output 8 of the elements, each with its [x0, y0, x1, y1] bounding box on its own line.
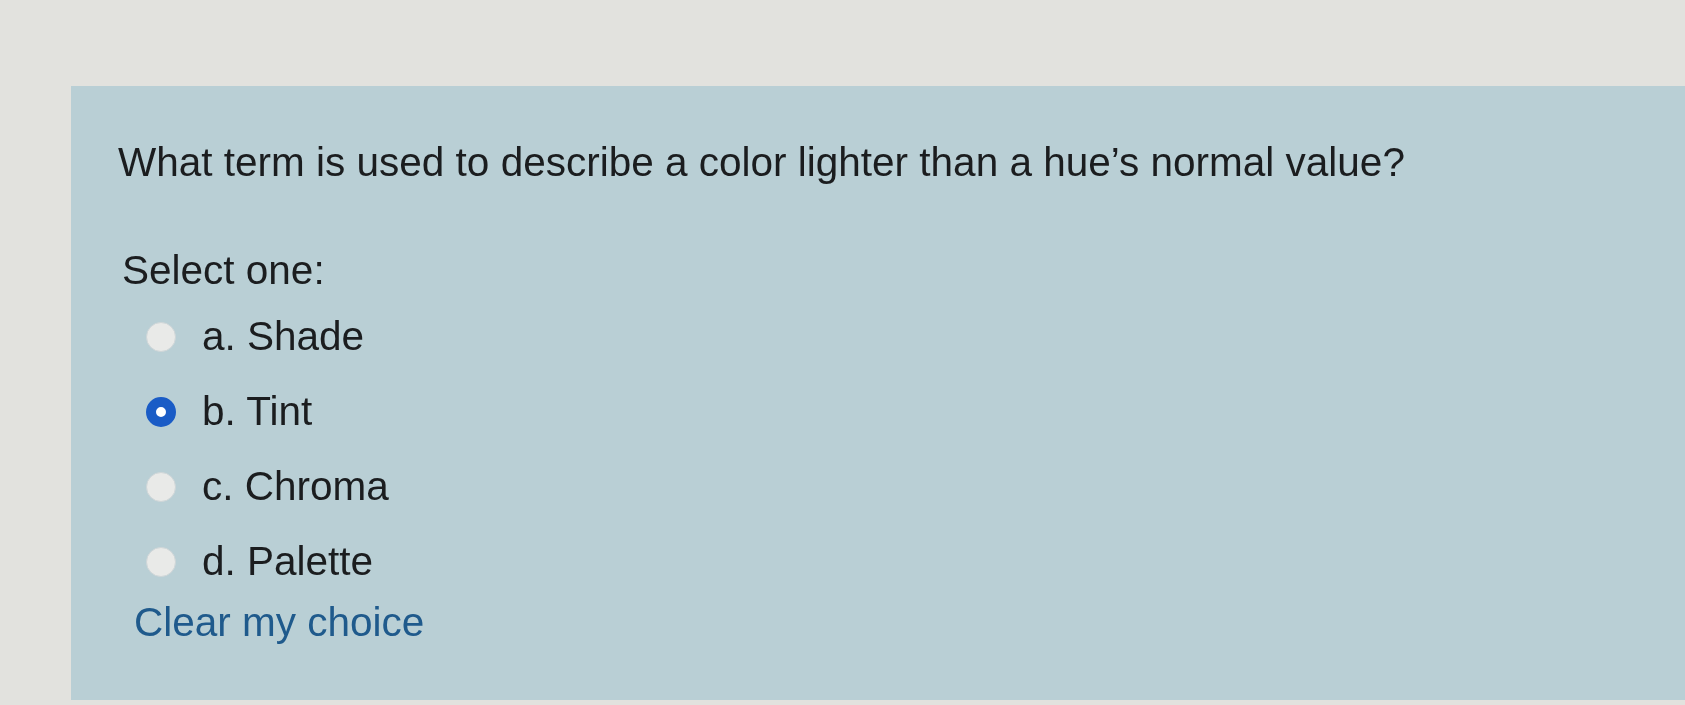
question-text: What term is used to describe a color lighter than a hue’s normal value? — [118, 140, 1405, 185]
select-prompt: Select one: — [122, 248, 325, 293]
radio-button[interactable] — [146, 396, 176, 427]
option-label[interactable]: a. Shade — [202, 314, 365, 359]
option-label[interactable]: d. Palette — [202, 539, 374, 584]
option-label[interactable]: b. Tint — [202, 389, 313, 434]
option-label[interactable]: c. Chroma — [202, 464, 389, 509]
clear-choice-link[interactable]: Clear my choice — [134, 600, 425, 645]
